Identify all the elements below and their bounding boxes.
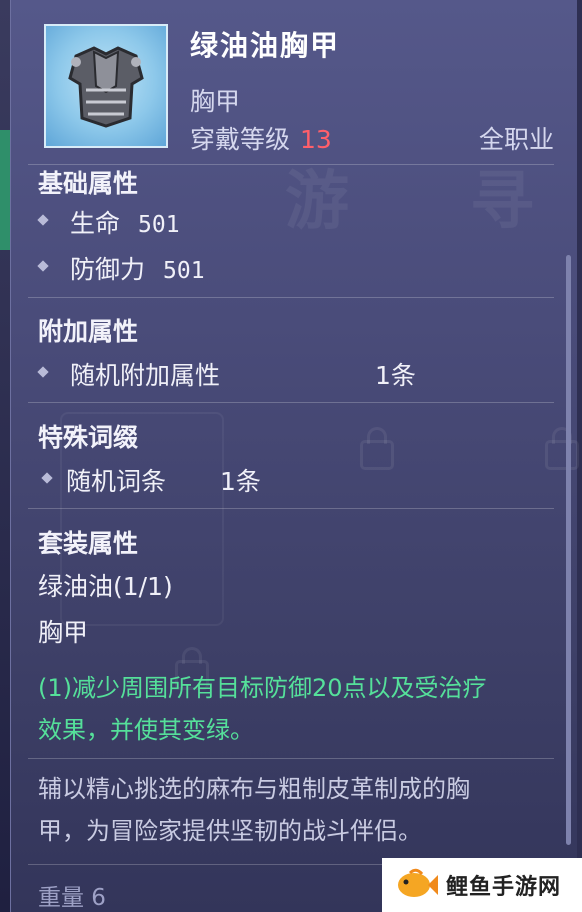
set-name: 绿油油(1/1) [38, 572, 173, 601]
section-title-base: 基础属性 [38, 169, 139, 198]
scrollbar[interactable] [566, 255, 571, 845]
attr-label: 防御力 [70, 255, 146, 284]
attr-value: 501 [138, 212, 180, 238]
section-title-affix: 特殊词缀 [38, 423, 139, 452]
section-title-extra: 附加属性 [38, 317, 139, 346]
required-level-label: 穿戴等级 [190, 125, 291, 154]
attr-label: 生命 [70, 209, 121, 238]
affix-label: 随机词条 [66, 467, 167, 496]
set-bonus-line: (1)减少周围所有目标防御20点以及受治疗 [38, 674, 487, 702]
item-type: 胸甲 [190, 87, 241, 116]
divider [28, 402, 554, 403]
item-weight: 重量 6 [38, 885, 106, 911]
watermark-text: 鲤鱼手游网 [446, 875, 562, 900]
affix-value: 1条 [220, 467, 261, 496]
item-name: 绿油油胸甲 [190, 29, 341, 62]
attr-row: 防御力 501 [70, 250, 205, 286]
item-description-line: 辅以精心挑选的麻布与粗制皮革制成的胸 [38, 775, 470, 803]
attr-value: 501 [163, 258, 205, 284]
watermark: 鲤鱼手游网 [382, 858, 582, 912]
attr-row: 生命 501 [70, 204, 180, 240]
extra-attr-label: 随机附加属性 [70, 361, 221, 390]
set-piece: 胸甲 [38, 618, 89, 647]
item-description-line: 甲，为冒险家提供坚韧的战斗伴侣。 [38, 817, 422, 845]
required-level-row: 穿戴等级 13 [190, 120, 332, 156]
divider [28, 758, 554, 759]
carp-fish-logo-icon [398, 868, 438, 897]
class-restriction: 全职业 [478, 125, 554, 154]
required-level-value: 13 [300, 125, 332, 154]
background-green-accent [0, 130, 10, 250]
item-icon-frame [44, 24, 168, 148]
section-title-set: 套装属性 [38, 529, 139, 558]
chest-armor-icon [68, 46, 144, 128]
background-lock-icon [360, 427, 394, 470]
background-lock-icon [545, 427, 579, 470]
divider [28, 508, 554, 509]
set-bonus-line: 效果，并使其变绿。 [38, 716, 254, 744]
divider [28, 297, 554, 298]
extra-attr-value: 1条 [375, 361, 416, 390]
